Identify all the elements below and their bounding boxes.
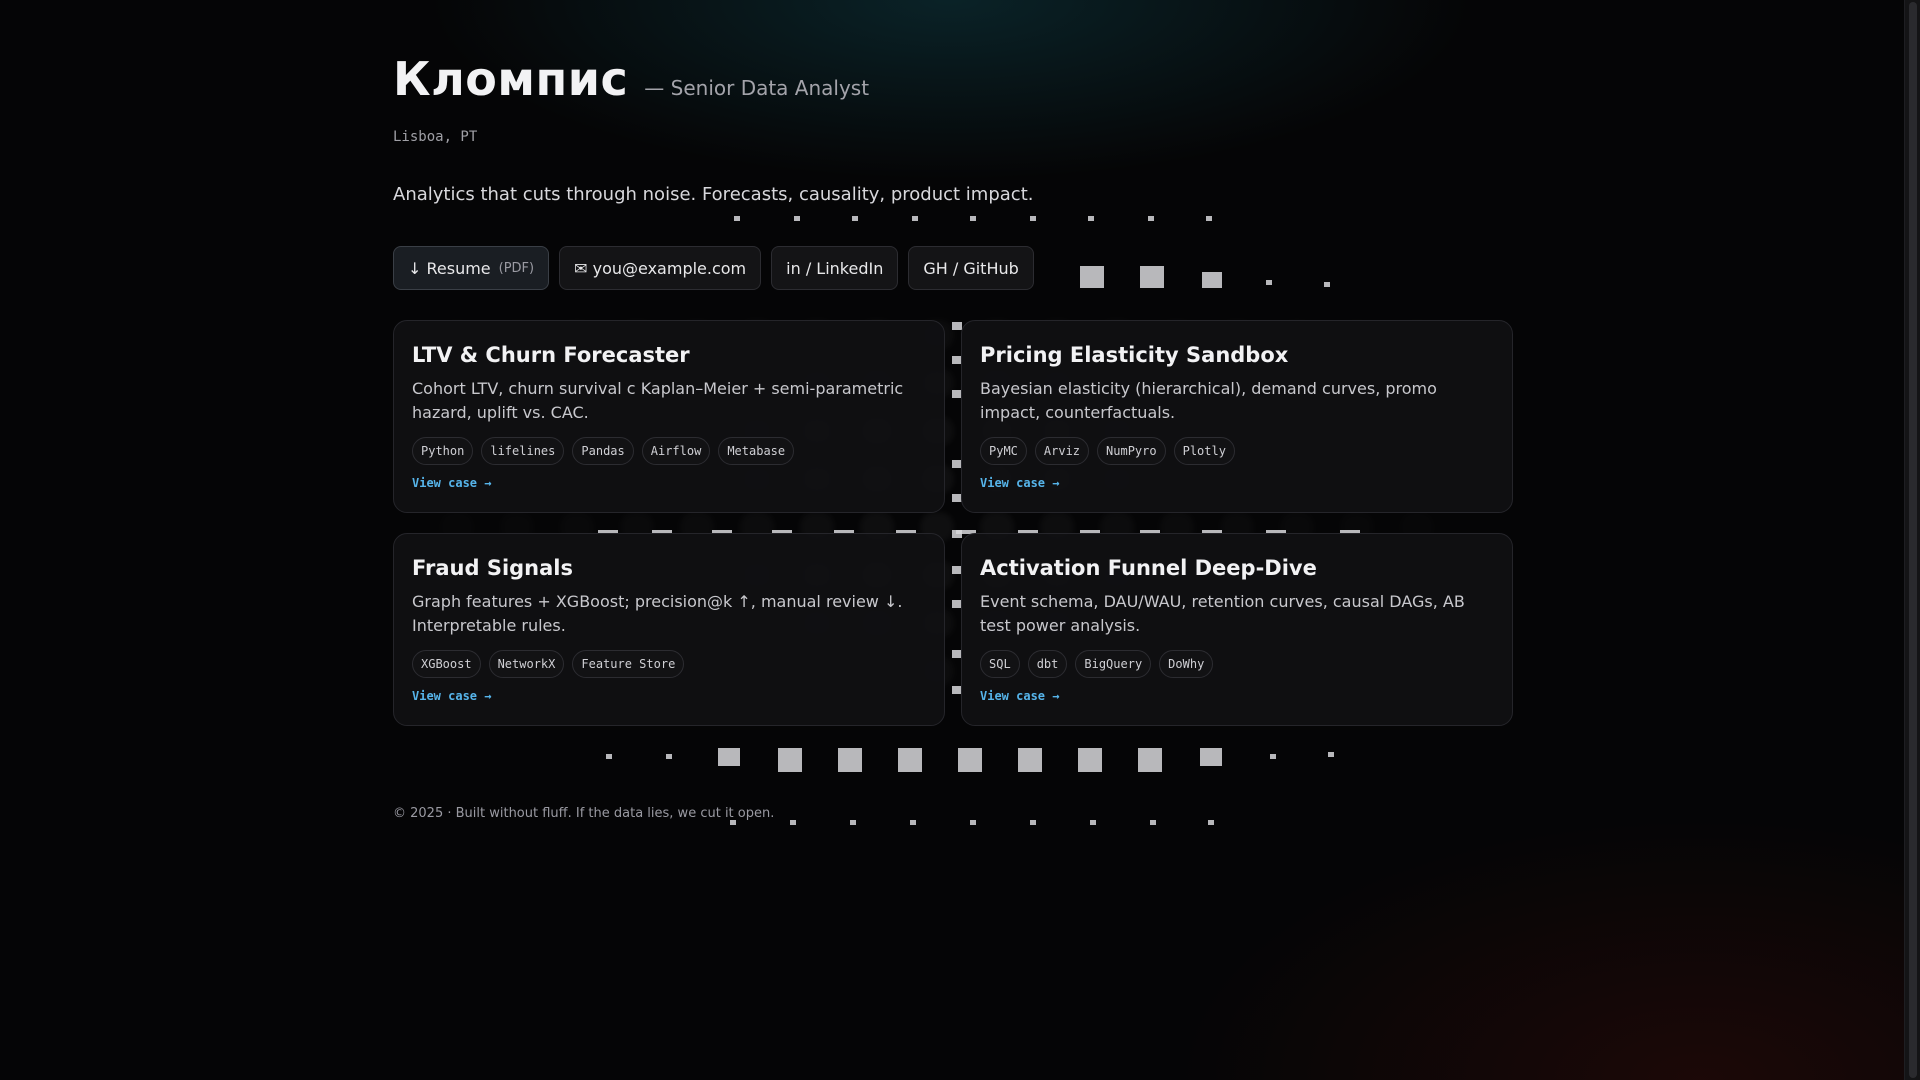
project-tags: Python lifelines Pandas Airflow Metabase (412, 437, 926, 465)
linkedin-link-label: in / LinkedIn (786, 258, 884, 278)
project-card-ltv-churn[interactable]: LTV & Churn Forecaster Cohort LTV, churn… (393, 320, 945, 513)
project-tags: SQL dbt BigQuery DoWhy (980, 650, 1494, 678)
particle (852, 216, 858, 221)
project-description: Event schema, DAU/WAU, retention curves,… (980, 592, 1465, 635)
job-role: — Senior Data Analyst (644, 76, 870, 100)
tag: Metabase (718, 437, 795, 465)
project-title: LTV & Churn Forecaster (412, 343, 690, 367)
particle (1206, 216, 1212, 221)
tag: Arviz (1034, 437, 1090, 465)
scrollbar-thumb[interactable] (1909, 2, 1917, 1078)
tag: dbt (1027, 650, 1068, 678)
particle (838, 748, 862, 772)
view-case-link[interactable]: View case → (980, 689, 1059, 703)
particle (734, 216, 740, 221)
tag: Airflow (641, 437, 711, 465)
footer-text: © 2025 · Built without fluff. If the dat… (393, 806, 775, 821)
project-title: Pricing Elasticity Sandbox (980, 343, 1289, 367)
particle (1088, 216, 1094, 221)
view-case-link[interactable]: View case → (412, 476, 491, 490)
particle (718, 748, 740, 766)
tag: DoWhy (1159, 650, 1214, 678)
resume-format-label: (PDF) (498, 260, 535, 276)
particle (1150, 820, 1156, 825)
project-tags: XGBoost NetworkX Feature Store (412, 650, 926, 678)
particle (606, 754, 612, 759)
particle (912, 216, 918, 221)
particle (958, 748, 982, 772)
contact-links: ↓ Resume (PDF) ✉ you@example.com in / Li… (393, 246, 1034, 290)
github-link-label: GH / GitHub (923, 258, 1019, 278)
project-title: Activation Funnel Deep-Dive (980, 556, 1317, 580)
tag: XGBoost (412, 650, 481, 678)
particle (1030, 820, 1036, 825)
tag: lifelines (481, 437, 565, 465)
linkedin-link-button[interactable]: in / LinkedIn (771, 246, 899, 290)
particle (970, 820, 976, 825)
project-tags: PyMC Arviz NumPyro Plotly (980, 437, 1494, 465)
particle (666, 754, 672, 759)
particle (850, 820, 856, 825)
particle (778, 748, 802, 772)
project-description: Graph features + XGBoost; precision@k ↑,… (412, 592, 903, 635)
particle (790, 820, 796, 825)
particle (1148, 216, 1154, 221)
particle (1140, 266, 1164, 288)
tag: Plotly (1173, 437, 1235, 465)
tagline: Analytics that cuts through noise. Forec… (393, 184, 1034, 205)
tag: Pandas (572, 437, 634, 465)
email-link-label: ✉ you@example.com (574, 258, 747, 278)
particle (1270, 754, 1276, 759)
particle (1202, 272, 1222, 288)
particle (794, 216, 800, 221)
tag: SQL (980, 650, 1020, 678)
particle (1324, 282, 1330, 287)
particle (910, 820, 916, 825)
tag: Python (412, 437, 474, 465)
particle (1200, 748, 1222, 766)
particle (1138, 748, 1162, 772)
project-description: Bayesian elasticity (hierarchical), dema… (980, 379, 1437, 422)
project-description: Cohort LTV, churn survival с Kaplan–Meie… (412, 379, 904, 422)
header: Кломпис — Senior Data Analyst (393, 52, 869, 106)
project-card-pricing-elasticity[interactable]: Pricing Elasticity Sandbox Bayesian elas… (961, 320, 1513, 513)
page-title: Кломпис (393, 52, 629, 106)
project-card-activation-funnel[interactable]: Activation Funnel Deep-Dive Event schema… (961, 533, 1513, 726)
github-link-button[interactable]: GH / GitHub (908, 246, 1034, 290)
tag: NumPyro (1097, 437, 1166, 465)
tag: NetworkX (488, 650, 565, 678)
tag: Feature Store (572, 650, 685, 678)
resume-button-label: ↓ Resume (408, 258, 491, 278)
particle (1078, 748, 1102, 772)
particle (898, 748, 922, 772)
particle (1266, 280, 1272, 285)
email-link-button[interactable]: ✉ you@example.com (559, 246, 762, 290)
particle (970, 216, 976, 221)
project-title: Fraud Signals (412, 556, 573, 580)
particle (1030, 216, 1036, 221)
project-cards-grid: LTV & Churn Forecaster Cohort LTV, churn… (393, 320, 1513, 726)
particle (1080, 266, 1104, 288)
particle (1090, 820, 1096, 825)
scrollbar[interactable] (1904, 0, 1920, 1080)
view-case-link[interactable]: View case → (980, 476, 1059, 490)
resume-download-button[interactable]: ↓ Resume (PDF) (393, 246, 550, 290)
view-case-link[interactable]: View case → (412, 689, 491, 703)
tag: PyMC (980, 437, 1027, 465)
particle (1328, 752, 1334, 757)
tag: BigQuery (1075, 650, 1152, 678)
particle (1208, 820, 1214, 825)
project-card-fraud-signals[interactable]: Fraud Signals Graph features + XGBoost; … (393, 533, 945, 726)
location-text: Lisboa, PT (393, 129, 478, 145)
particle (1018, 748, 1042, 772)
